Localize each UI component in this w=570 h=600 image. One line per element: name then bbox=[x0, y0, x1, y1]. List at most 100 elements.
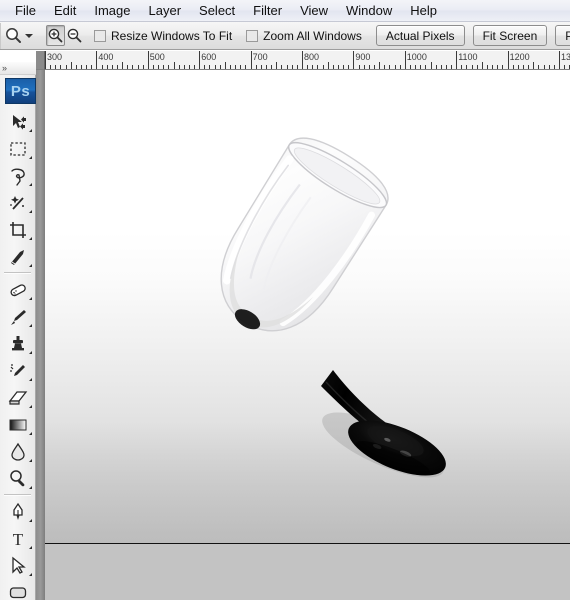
ruler-major-tick bbox=[96, 51, 98, 69]
ruler-minor-tick bbox=[435, 65, 437, 69]
tool-blur-tool[interactable] bbox=[0, 438, 35, 465]
tool-submenu-arrow-icon[interactable] bbox=[26, 210, 32, 213]
ruler-minor-tick bbox=[348, 65, 350, 69]
ruler-minor-tick bbox=[60, 65, 62, 69]
ruler-minor-tick bbox=[255, 65, 257, 69]
ruler-minor-tick bbox=[178, 65, 180, 69]
tool-submenu-arrow-icon[interactable] bbox=[26, 237, 32, 240]
menu-item-filter[interactable]: Filter bbox=[244, 1, 291, 20]
menu-item-window[interactable]: Window bbox=[337, 1, 401, 20]
options-bar-grip[interactable] bbox=[0, 22, 1, 49]
tool-brush-tool[interactable] bbox=[0, 303, 35, 330]
tool-submenu-arrow-icon[interactable] bbox=[26, 183, 32, 186]
tool-submenu-arrow-icon[interactable] bbox=[26, 546, 32, 549]
tool-submenu-arrow-icon[interactable] bbox=[26, 459, 32, 462]
tool-eraser-tool[interactable] bbox=[0, 384, 35, 411]
ruler-major-tick bbox=[456, 51, 458, 69]
tool-submenu-arrow-icon[interactable] bbox=[26, 297, 32, 300]
tool-shape-tool[interactable] bbox=[0, 579, 35, 600]
ruler-minor-tick bbox=[425, 65, 427, 69]
ruler-minor-tick bbox=[204, 65, 206, 69]
tool-pen-tool[interactable] bbox=[0, 498, 35, 525]
tool-submenu-arrow-icon[interactable] bbox=[26, 405, 32, 408]
tool-dodge-tool[interactable] bbox=[0, 465, 35, 492]
tool-submenu-arrow-icon[interactable] bbox=[26, 378, 32, 381]
toolbox-collapse-grip[interactable]: » bbox=[0, 62, 36, 75]
tool-submenu-arrow-icon[interactable] bbox=[26, 156, 32, 159]
tool-submenu-arrow-icon[interactable] bbox=[26, 519, 32, 522]
tool-submenu-arrow-icon[interactable] bbox=[26, 486, 32, 489]
menu-item-edit[interactable]: Edit bbox=[45, 1, 85, 20]
ruler-label: 300 bbox=[47, 52, 63, 62]
tool-type-tool[interactable]: T bbox=[0, 525, 35, 552]
ruler-major-tick bbox=[559, 51, 560, 69]
ruler-major-tick bbox=[404, 51, 406, 69]
ruler-label: 700 bbox=[252, 52, 268, 62]
tool-healing-brush-tool[interactable] bbox=[0, 276, 35, 303]
menu-item-image[interactable]: Image bbox=[85, 1, 139, 20]
tool-submenu-arrow-icon[interactable] bbox=[26, 324, 32, 327]
ruler-minor-tick bbox=[260, 65, 262, 69]
ruler-minor-tick bbox=[307, 65, 309, 69]
horizontal-ruler[interactable]: 300 400 500 600 700 800 900 1000 1100 1200 1300 bbox=[36, 51, 570, 70]
ruler-minor-tick bbox=[343, 65, 345, 69]
chevron-down-icon[interactable] bbox=[25, 33, 33, 38]
tool-rectangular-marquee-tool[interactable] bbox=[0, 135, 35, 162]
ruler-minor-tick bbox=[363, 65, 365, 69]
tool-submenu-arrow-icon[interactable] bbox=[26, 573, 32, 576]
tool-submenu-arrow-icon[interactable] bbox=[26, 432, 32, 435]
double-chevron-right-icon: » bbox=[2, 62, 7, 73]
ruler-minor-tick bbox=[512, 65, 514, 69]
ruler-minor-tick bbox=[235, 65, 237, 69]
tool-crop-tool[interactable] bbox=[0, 216, 35, 243]
ruler-minor-tick bbox=[80, 65, 82, 69]
menu-item-file[interactable]: File bbox=[6, 1, 45, 20]
fit-screen-button[interactable]: Fit Screen bbox=[472, 25, 548, 46]
zoom-all-windows-checkbox[interactable]: Zoom All Windows bbox=[246, 29, 362, 43]
print-size-button[interactable]: Print Size bbox=[555, 25, 570, 46]
ruler-minor-tick bbox=[224, 62, 226, 69]
ruler-minor-tick bbox=[394, 65, 396, 69]
document-canvas[interactable] bbox=[45, 70, 570, 600]
tool-slice-tool[interactable] bbox=[0, 243, 35, 270]
tool-gradient-tool[interactable] bbox=[0, 411, 35, 438]
menu-item-layer[interactable]: Layer bbox=[140, 1, 191, 20]
ruler-minor-tick bbox=[101, 65, 103, 69]
resize-windows-to-fit-checkbox[interactable]: Resize Windows To Fit bbox=[94, 29, 232, 43]
ruler-minor-tick bbox=[517, 65, 519, 69]
tool-magic-wand-tool[interactable] bbox=[0, 189, 35, 216]
zoom-in-button[interactable] bbox=[46, 25, 65, 46]
tool-submenu-arrow-icon[interactable] bbox=[26, 264, 32, 267]
tool-lasso-tool[interactable] bbox=[0, 162, 35, 189]
tool-move-tool[interactable] bbox=[0, 108, 35, 135]
menu-item-view[interactable]: View bbox=[291, 1, 337, 20]
checkbox-box[interactable] bbox=[94, 29, 106, 42]
tool-submenu-arrow-icon[interactable] bbox=[26, 129, 32, 132]
ruler-minor-tick bbox=[440, 65, 442, 69]
menu-item-help[interactable]: Help bbox=[401, 1, 446, 20]
tool-list: T bbox=[0, 108, 35, 600]
zoom-out-button[interactable] bbox=[65, 25, 84, 46]
ruler-minor-tick bbox=[137, 65, 139, 69]
menu-item-select[interactable]: Select bbox=[190, 1, 244, 20]
checkbox-box[interactable] bbox=[246, 29, 259, 42]
ruler-minor-tick bbox=[168, 65, 170, 69]
ruler-corner bbox=[36, 51, 45, 70]
tool-submenu-arrow-icon[interactable] bbox=[26, 351, 32, 354]
ruler-major-tick bbox=[147, 51, 149, 69]
ruler-minor-tick bbox=[266, 65, 268, 69]
options-bar: Resize Windows To Fit Zoom All Windows A… bbox=[0, 22, 570, 50]
toolbox-divider bbox=[4, 272, 31, 274]
tool-clone-stamp-tool[interactable] bbox=[0, 330, 35, 357]
toolbox-panel: » Ps T bbox=[0, 62, 36, 600]
ruler-minor-tick bbox=[379, 62, 381, 69]
resize-windows-to-fit-label: Resize Windows To Fit bbox=[111, 28, 233, 43]
ruler-label: 1100 bbox=[458, 52, 478, 62]
photoshop-logo: Ps bbox=[5, 78, 36, 104]
canvas-outside-area bbox=[45, 543, 570, 600]
svg-text:T: T bbox=[12, 530, 23, 549]
tool-path-selection-tool[interactable] bbox=[0, 552, 35, 579]
zoom-tool-icon[interactable] bbox=[4, 25, 23, 47]
actual-pixels-button[interactable]: Actual Pixels bbox=[375, 25, 465, 46]
tool-history-brush-tool[interactable] bbox=[0, 357, 35, 384]
